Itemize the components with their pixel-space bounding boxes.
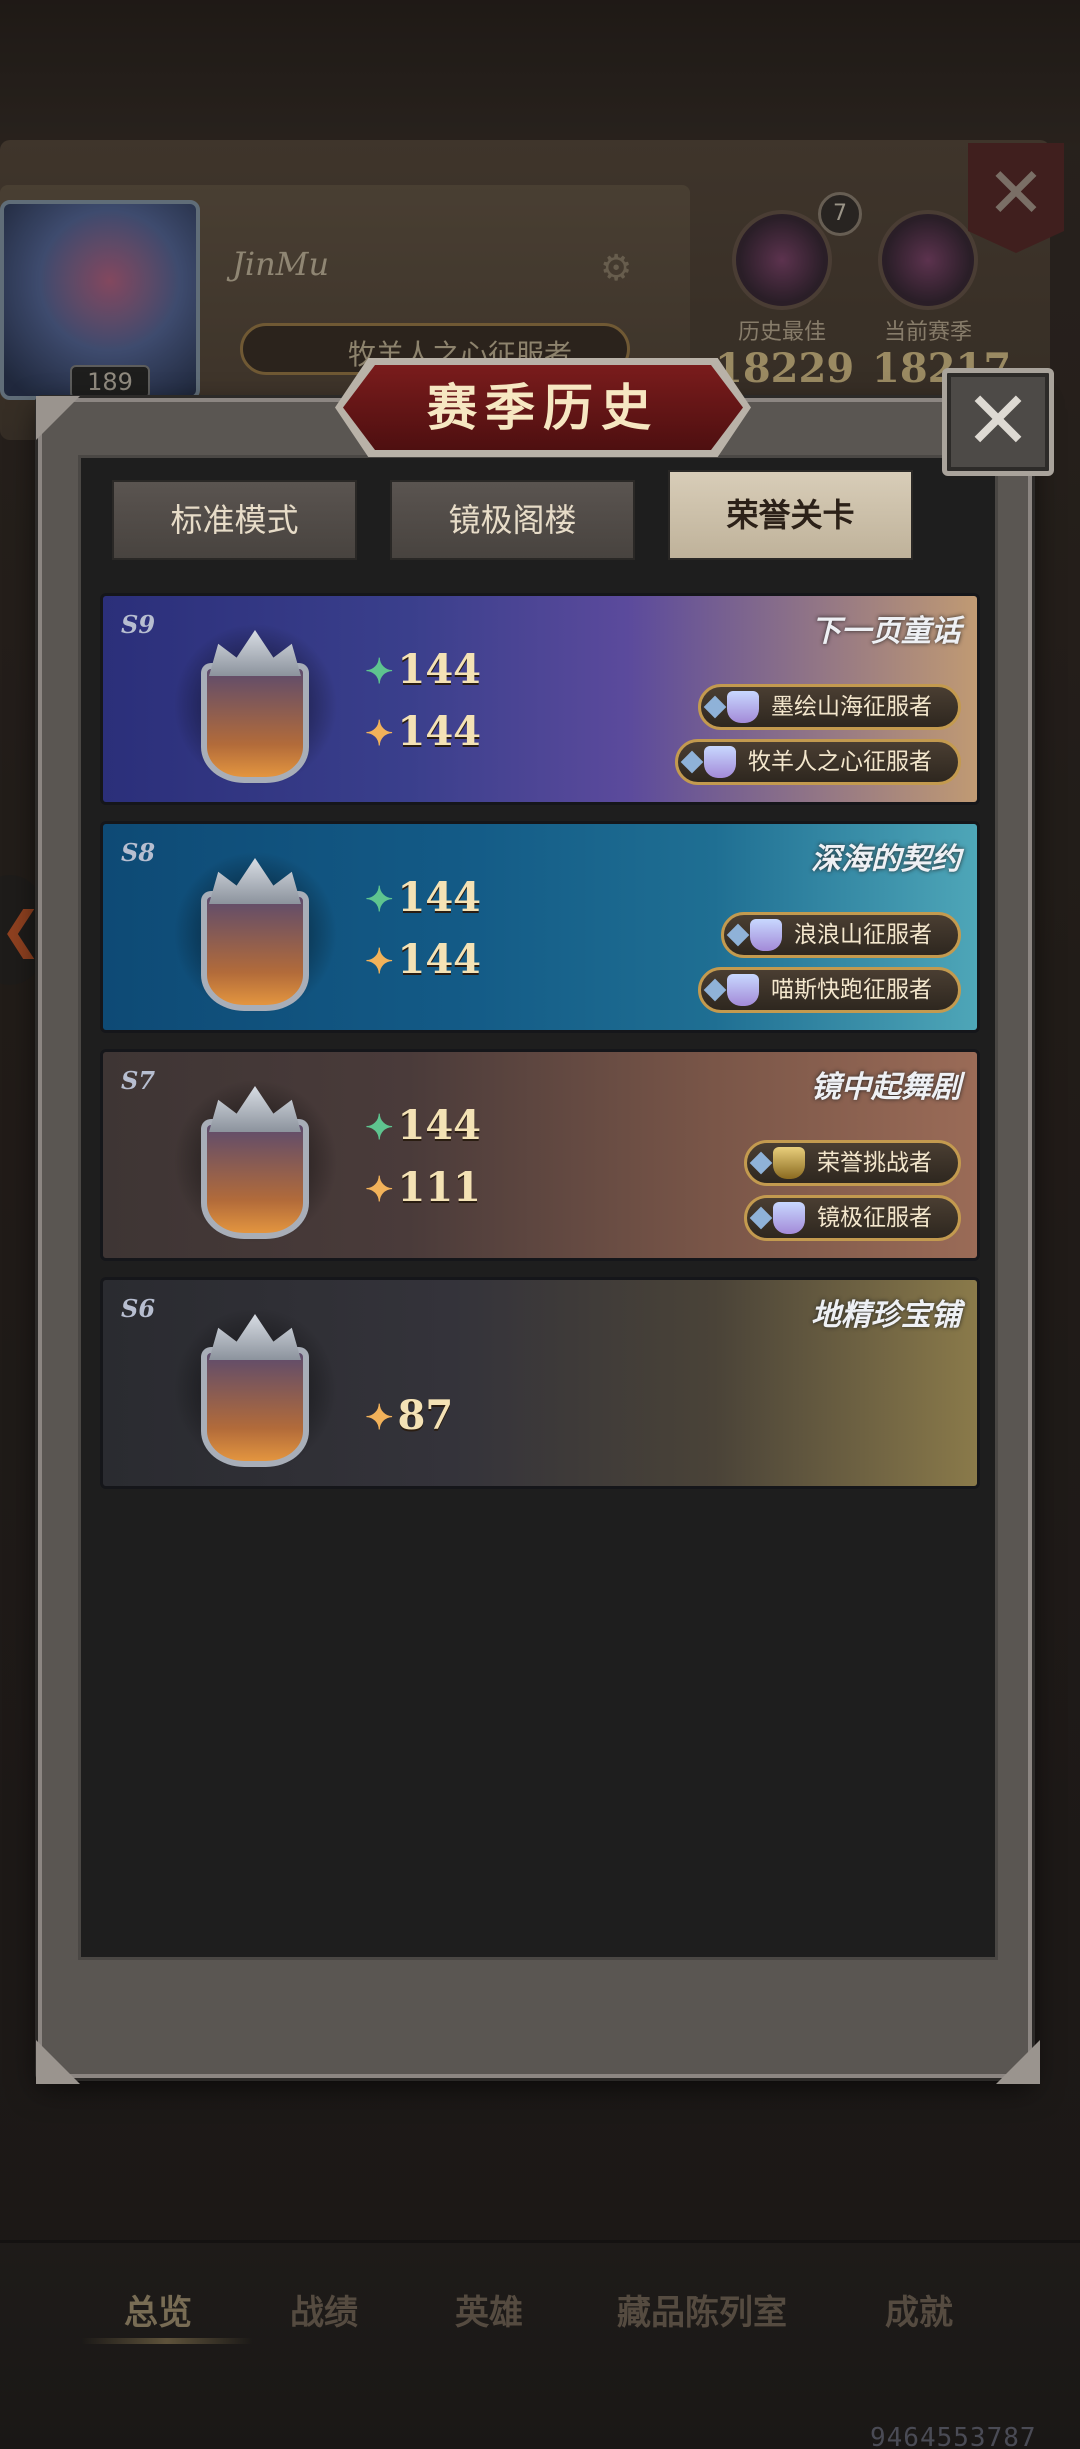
- gold-stat: ✦ 144: [365, 936, 481, 983]
- silver-cup-icon: [704, 746, 736, 778]
- gold-star-icon: ✦: [365, 714, 394, 754]
- reward-badge[interactable]: 荣誉挑战者: [744, 1140, 961, 1186]
- season-tag: S7: [121, 1066, 156, 1095]
- gold-stat: ✦ 87: [365, 1392, 454, 1439]
- season-tag: S9: [121, 610, 156, 639]
- season-name: 深海的契约: [811, 842, 961, 877]
- green-star-icon: ✦: [365, 880, 394, 920]
- green-star-icon: ✦: [365, 652, 394, 692]
- silver-cup-icon: [727, 691, 759, 723]
- season-name: 地精珍宝铺: [811, 1298, 961, 1333]
- green-stat: ✦ 144: [365, 874, 481, 921]
- tab-honor-stage[interactable]: 荣誉关卡: [668, 470, 913, 560]
- silver-cup-icon: [750, 919, 782, 951]
- reward-badge[interactable]: 牧羊人之心征服者: [675, 739, 961, 785]
- gold-stat: ✦ 144: [365, 708, 481, 755]
- gold-star-icon: ✦: [365, 1398, 394, 1438]
- silver-cup-icon: [727, 974, 759, 1006]
- season-tag: S6: [121, 1294, 156, 1323]
- season-rank-shield-icon: [173, 846, 338, 1016]
- season-rank-shield-icon: [173, 1302, 338, 1472]
- green-star-icon: ✦: [365, 1108, 394, 1148]
- gold-star-icon: ✦: [365, 942, 394, 982]
- season-name: 下一页童话: [811, 614, 961, 649]
- season-rank-shield-icon: [173, 1074, 338, 1244]
- season-rank-shield-icon: [173, 618, 338, 788]
- reward-badge[interactable]: 浪浪山征服者: [721, 912, 961, 958]
- diamond-icon: [749, 1151, 773, 1175]
- tab-standard-mode[interactable]: 标准模式: [112, 480, 357, 560]
- reward-badge[interactable]: 墨绘山海征服者: [698, 684, 961, 730]
- tab-mirror-attic[interactable]: 镜极阁楼: [390, 480, 635, 560]
- season-tag: S8: [121, 838, 156, 867]
- gold-stat: ✦ 111: [365, 1164, 481, 1211]
- silver-cup-icon: [773, 1202, 805, 1234]
- diamond-icon: [703, 695, 727, 719]
- season-row[interactable]: S8 ✦ 144 ✦ 144 深海的契约 浪浪山征服者 喵斯快跑征服者: [100, 821, 980, 1033]
- reward-badge[interactable]: 镜极征服者: [744, 1195, 961, 1241]
- green-stat: ✦ 144: [365, 1102, 481, 1149]
- close-icon: ✕: [964, 374, 1032, 467]
- season-row[interactable]: S7 ✦ 144 ✦ 111 镜中起舞剧 荣誉挑战者 镜极征服者: [100, 1049, 980, 1261]
- reward-badge[interactable]: 喵斯快跑征服者: [698, 967, 961, 1013]
- dialog-title: 赛季历史: [427, 378, 659, 437]
- season-row[interactable]: S9 ✦ 144 ✦ 144 下一页童话 墨绘山海征服者 牧羊人之心征服者: [100, 593, 980, 805]
- green-stat: ✦ 144: [365, 646, 481, 693]
- diamond-icon: [703, 978, 727, 1002]
- season-row[interactable]: S6 ✦ 87 地精珍宝铺: [100, 1277, 980, 1489]
- gold-star-icon: ✦: [365, 1170, 394, 1210]
- diamond-icon: [680, 750, 704, 774]
- gold-cup-icon: [773, 1147, 805, 1179]
- close-button[interactable]: ✕: [942, 368, 1054, 476]
- diamond-icon: [726, 923, 750, 947]
- season-name: 镜中起舞剧: [811, 1070, 961, 1105]
- diamond-icon: [749, 1206, 773, 1230]
